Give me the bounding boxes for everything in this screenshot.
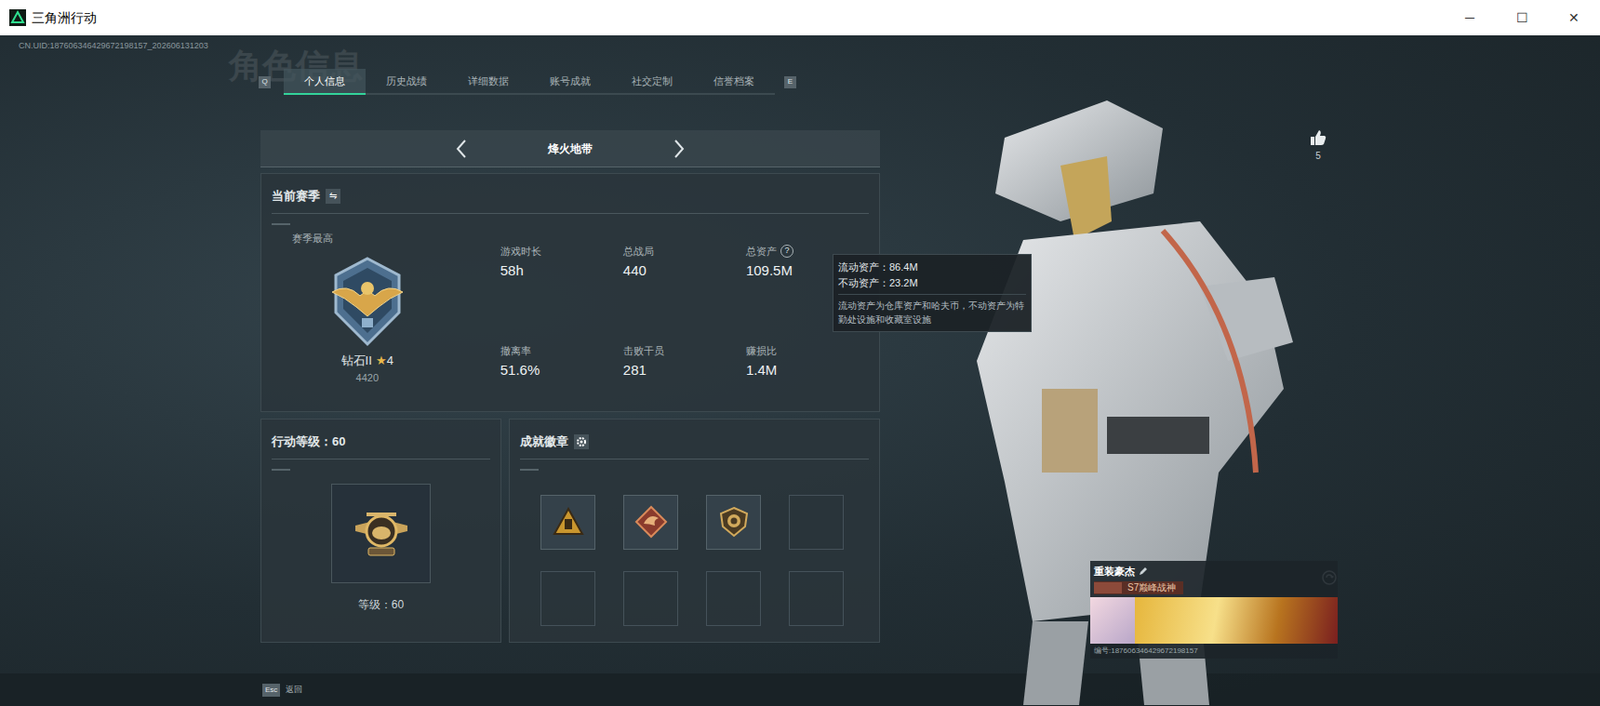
window-control-button[interactable]: ─ [1443, 0, 1496, 36]
mode-label: 烽火地带 [467, 140, 673, 158]
tab[interactable]: 个人信息 [283, 68, 366, 95]
achievement-slot[interactable] [788, 494, 844, 550]
tab[interactable]: 信誉档案 [693, 68, 775, 95]
pencil-icon[interactable] [1138, 566, 1148, 576]
uid-text: CN.UID:187606346429672198157_20260613120… [18, 40, 209, 54]
back-label[interactable]: 返回 [285, 683, 303, 697]
achievement-slot[interactable] [706, 494, 761, 550]
level-badge-icon [351, 503, 412, 563]
next-tab-key[interactable]: E [784, 76, 797, 89]
rank-star: ★ [375, 351, 387, 371]
rank-name: 钻石II [341, 351, 373, 371]
season-best: 赛季最高钻石II★44420 [271, 230, 464, 387]
level-panel: 行动等级：60 等级：60 [260, 418, 502, 643]
stat-item: 击败干员281 [623, 343, 747, 386]
achievements-title: 成就徽章 [520, 432, 569, 452]
level-title: 行动等级：60 [271, 432, 491, 460]
profile-id: 编号:187606346429672198157 [1090, 643, 1338, 659]
tab[interactable]: 账号成就 [529, 68, 612, 95]
stat-item: 游戏时长58h [500, 243, 624, 286]
game-logo-icon [9, 9, 27, 27]
rank-stars: 4 [386, 351, 394, 371]
window-control-button[interactable]: ✕ [1547, 0, 1600, 36]
title-bar: 三角洲行动 ─☐✕ [0, 0, 1600, 36]
achievement-slot[interactable] [623, 494, 679, 550]
avatar-image [1090, 597, 1135, 644]
prev-tab-key[interactable]: Q [258, 76, 271, 89]
profile-tag: S7巅峰战神 [1093, 581, 1184, 595]
tab[interactable]: 社交定制 [611, 68, 694, 95]
achievements-panel: 成就徽章 [508, 418, 880, 643]
season-panel: 当前赛季⇋赛季最高钻石II★44420游戏时长58h总战局440总资产?109.… [260, 173, 880, 413]
thumbs-up-icon [1308, 128, 1328, 147]
left-column: Q个人信息历史战绩详细数据账号成就社交定制信誉档案E烽火地带当前赛季⇋赛季最高钻… [258, 35, 880, 643]
footer-bar: Esc 返回 [0, 673, 1600, 706]
dragon-badge-icon [634, 505, 668, 539]
like-counter[interactable]: 5 [1304, 128, 1333, 163]
banner-image [1134, 597, 1338, 644]
warning-badge-icon [552, 506, 585, 538]
chevron-left-icon[interactable] [454, 138, 468, 160]
achievement-slot[interactable] [623, 571, 679, 627]
window-control-button[interactable]: ☐ [1495, 0, 1548, 36]
swap-icon[interactable]: ⇋ [325, 188, 341, 204]
chevron-right-icon[interactable] [672, 138, 686, 160]
help-icon[interactable]: ? [780, 244, 794, 258]
stats-grid: 游戏时长58h总战局440总资产?109.5M撤离率51.6%击败干员281赚损… [500, 243, 869, 387]
tab[interactable]: 历史战绩 [365, 68, 448, 95]
stat-item: 赚损比1.4M [746, 343, 869, 386]
rank-badge-icon [324, 254, 411, 348]
game-screen: CN.UID:187606346429672198157_20260613120… [0, 35, 1600, 706]
achievement-slot[interactable] [540, 494, 596, 550]
stat-item: 总战局440 [623, 243, 747, 286]
season-title: 当前赛季 [271, 186, 320, 206]
mode-selector: 烽火地带 [260, 130, 880, 168]
achievement-slot[interactable] [788, 571, 844, 627]
tab-bar: Q 个人信息历史战绩详细数据账号成就社交定制信誉档案 E [258, 68, 880, 95]
achievement-slot[interactable] [706, 571, 761, 627]
app: 三角洲行动 ─☐✕ CN.UID:187606346429672198157_202… [0, 0, 1600, 706]
gear-icon[interactable] [573, 434, 589, 450]
asset-tooltip: 流动资产：86.4M不动资产：23.2M流动资产为仓库资产和哈夫币，不动资产为特… [832, 253, 1032, 333]
lion-badge-icon [719, 506, 749, 538]
achievement-slot[interactable] [540, 571, 596, 627]
rank-score: 4420 [356, 370, 379, 387]
profile-title: 重装豪杰 [1093, 563, 1135, 580]
tab[interactable]: 详细数据 [447, 68, 530, 95]
esc-key[interactable]: Esc [262, 683, 280, 697]
level-caption: 等级：60 [358, 596, 404, 614]
stat-item: 撤离率51.6% [500, 343, 624, 386]
window-title: 三角洲行动 [31, 8, 97, 28]
profile-card[interactable]: 重装豪杰S7巅峰战神编号:187606346429672198157 [1090, 560, 1338, 659]
